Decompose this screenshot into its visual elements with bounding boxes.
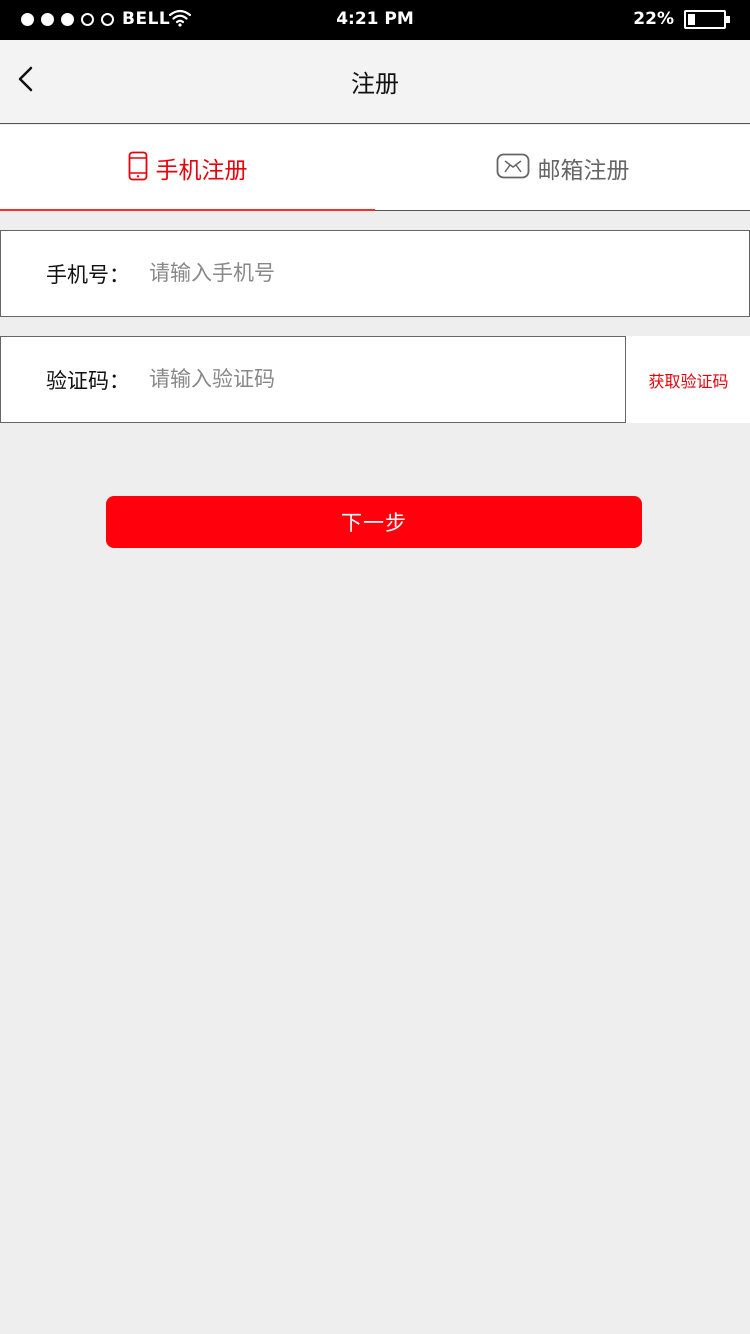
- status-bar: BELL 4:21 PM 22%: [0, 0, 750, 40]
- battery-percent: 22%: [633, 9, 674, 29]
- phone-row: 手机号：: [0, 230, 750, 317]
- get-code-button[interactable]: 获取验证码: [625, 336, 750, 423]
- tab-email-register[interactable]: 邮箱注册: [375, 125, 750, 210]
- code-input[interactable]: [149, 355, 609, 403]
- tab-label: 手机注册: [155, 157, 248, 184]
- mail-icon: [496, 153, 530, 183]
- tab-label: 邮箱注册: [537, 157, 630, 184]
- battery-tip: [726, 16, 730, 23]
- phone-icon: [128, 151, 148, 185]
- register-tabs: 手机注册 邮箱注册: [0, 125, 750, 211]
- next-step-button[interactable]: 下一步: [106, 496, 642, 548]
- tab-phone-register[interactable]: 手机注册: [0, 125, 375, 210]
- active-tab-indicator: [0, 209, 375, 211]
- navigation-bar: 注册: [0, 40, 750, 124]
- phone-label: 手机号：: [46, 263, 130, 287]
- page-title: 注册: [351, 70, 399, 98]
- phone-input[interactable]: [149, 249, 589, 297]
- verification-code-row: 验证码： 获取验证码: [0, 336, 750, 423]
- battery-icon: [684, 10, 726, 29]
- battery-fill: [688, 14, 695, 25]
- code-label: 验证码：: [46, 369, 130, 393]
